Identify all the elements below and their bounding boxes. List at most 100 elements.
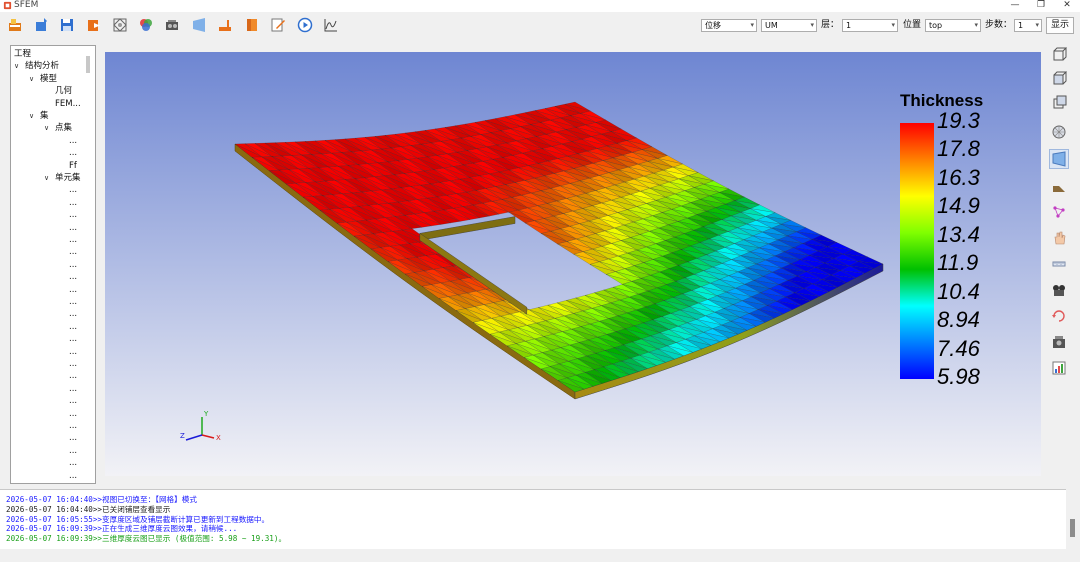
open-project-icon[interactable]: [6, 16, 24, 34]
chevron-down-icon[interactable]: ∨: [44, 173, 49, 184]
legend-tick-label: 11.9: [937, 250, 979, 276]
view-mesh-icon[interactable]: [1049, 122, 1069, 142]
log-timestamp: 2026-05-07 16:09:39>>: [6, 534, 103, 544]
log-message: 三维厚度云图已显示 (极值范围: 5.98 ~ 19.31)。: [102, 534, 287, 544]
tree-node-root[interactable]: 工程: [14, 49, 31, 60]
tree-node-analysis[interactable]: 结构分析: [25, 61, 59, 72]
tree-node-element-set-item[interactable]: ...: [69, 409, 77, 420]
axis-y-label: Y: [203, 410, 209, 418]
show-button[interactable]: 显示: [1046, 17, 1074, 34]
tree-node-element-sets[interactable]: 单元集: [55, 173, 81, 184]
log-timestamp: 2026-05-07 16:04:40>>: [6, 495, 103, 504]
view-iso-icon[interactable]: [1049, 45, 1069, 65]
thickness-icon[interactable]: [243, 16, 261, 34]
screenshot-icon[interactable]: [1049, 332, 1069, 352]
tree-node-node-set-item[interactable]: Ff: [69, 161, 77, 172]
chevron-down-icon[interactable]: ∨: [14, 61, 19, 72]
scroll-thumb[interactable]: [1070, 519, 1075, 537]
tree-node-element-set-item[interactable]: ...: [69, 235, 77, 246]
tree-scrollbar[interactable]: [86, 56, 90, 73]
log-scrollbar[interactable]: [1066, 489, 1080, 549]
log-line: 2026-05-07 16:09:39>>三维厚度云图已显示 (极值范围: 5.…: [6, 534, 286, 544]
result-plot-icon[interactable]: [322, 16, 340, 34]
axis-x-label: X: [216, 434, 221, 442]
run-icon[interactable]: [296, 16, 314, 34]
chevron-down-icon[interactable]: ∨: [29, 111, 34, 122]
tree-node-element-set-item[interactable]: ...: [69, 260, 77, 271]
tree-node-sets[interactable]: 集: [40, 111, 49, 122]
chevron-down-icon[interactable]: ∨: [29, 74, 34, 85]
view-back-icon[interactable]: [1049, 93, 1069, 113]
tree-node-element-set-item[interactable]: ...: [69, 185, 77, 196]
tree-node-element-set-item[interactable]: ...: [69, 347, 77, 358]
node-pick-icon[interactable]: [1049, 202, 1069, 222]
tree-node-element-set-item[interactable]: ...: [69, 471, 77, 482]
material-icon[interactable]: [137, 16, 155, 34]
maximize-button[interactable]: ❐: [1028, 0, 1054, 12]
tree-node-element-set-item[interactable]: ...: [69, 297, 77, 308]
legend-tick-label: 19.3: [937, 108, 980, 133]
save-icon[interactable]: [58, 16, 76, 34]
tree-node-geometry[interactable]: 几何: [55, 86, 72, 97]
layup-icon[interactable]: [163, 16, 181, 34]
log-message: 正在生成三维厚度云图效果，请稍候...: [102, 524, 238, 534]
tree-node-element-set-item[interactable]: ...: [69, 198, 77, 209]
tree-node-model[interactable]: 模型: [40, 74, 57, 85]
layer-select[interactable]: 1 ▾: [842, 19, 898, 32]
tree-node-element-set-item[interactable]: ...: [69, 421, 77, 432]
3d-viewport[interactable]: YXZ Thickness 19.3 17.8 16.3 14.9 13.4 11.9 10…: [105, 52, 1041, 476]
position-select[interactable]: top ▾: [925, 19, 981, 32]
tree-node-element-set-item[interactable]: ...: [69, 384, 77, 395]
tree-node-element-set-item[interactable]: ...: [69, 371, 77, 382]
log-line: 2026-05-07 16:05:55>>变厚度区域及铺层截断计算已更新到工程数…: [6, 515, 269, 525]
log-timestamp: 2026-05-07 16:09:39>>: [6, 524, 103, 534]
rotate-icon[interactable]: [1049, 306, 1069, 326]
axis-z-label: Z: [180, 432, 185, 440]
view-front-icon[interactable]: [1049, 69, 1069, 89]
tree-node-element-set-item[interactable]: ...: [69, 458, 77, 469]
section-icon[interactable]: [190, 16, 208, 34]
tree-node-node-set-item[interactable]: ...: [69, 136, 77, 147]
project-tree: 工程 ∨ 结构分析 ∨ 模型 几何 FEM... ∨ 集 ∨ 点集...... Ff ∨ 单元集.....…: [10, 45, 96, 484]
minimize-button[interactable]: —: [1002, 0, 1028, 12]
tree-node-node-set-item[interactable]: ...: [69, 148, 77, 159]
legend-tick-label: 8.94: [937, 307, 980, 333]
result-type-select[interactable]: 位移 ▾: [701, 19, 757, 32]
tree-node-element-set-item[interactable]: ...: [69, 247, 77, 258]
section-cut-icon[interactable]: [1049, 176, 1069, 196]
tree-node-element-set-item[interactable]: ...: [69, 309, 77, 320]
tree-node-element-set-item[interactable]: ...: [69, 433, 77, 444]
step-select[interactable]: 1 ▾: [1014, 19, 1042, 32]
mesh-icon[interactable]: [111, 16, 129, 34]
chevron-down-icon: ▾: [750, 21, 754, 29]
chevron-down-icon[interactable]: ∨: [44, 123, 49, 134]
status-bar: [0, 549, 1080, 562]
export-icon[interactable]: [85, 16, 103, 34]
tree-node-element-set-item[interactable]: ...: [69, 223, 77, 234]
chevron-down-icon: ▾: [1035, 21, 1039, 29]
tree-node-fem[interactable]: FEM...: [55, 99, 81, 110]
layer-label: 层：: [821, 20, 840, 30]
log-timestamp: 2026-05-07 16:05:55>>: [6, 514, 103, 524]
component-select[interactable]: UM ▾: [761, 19, 817, 32]
boundary-icon[interactable]: [216, 16, 234, 34]
tree-node-element-set-item[interactable]: ...: [69, 285, 77, 296]
app-logo-icon: [3, 1, 12, 10]
tree-node-element-set-item[interactable]: ...: [69, 396, 77, 407]
tree-node-element-set-item[interactable]: ...: [69, 446, 77, 457]
tree-node-element-set-item[interactable]: ...: [69, 359, 77, 370]
view-shaded-icon[interactable]: [1049, 149, 1069, 169]
tree-node-element-set-item[interactable]: ...: [69, 272, 77, 283]
tree-node-element-set-item[interactable]: ...: [69, 322, 77, 333]
tree-node-element-set-item[interactable]: ...: [69, 210, 77, 221]
import-icon[interactable]: [32, 16, 50, 34]
tree-node-element-set-item[interactable]: ...: [69, 334, 77, 345]
tree-node-node-sets[interactable]: 点集: [55, 123, 72, 134]
close-button[interactable]: ✕: [1054, 0, 1080, 12]
ruler-icon[interactable]: [1049, 254, 1069, 274]
chart-icon[interactable]: [1049, 358, 1069, 378]
hand-pan-icon[interactable]: [1049, 228, 1069, 248]
camera-icon[interactable]: [1049, 280, 1069, 300]
sfem-window: SFEM — ❐ ✕ 位移 ▾ UM ▾ 层： 1 ▾ 位置 top ▾ 步数：…: [0, 0, 1080, 562]
edit-icon[interactable]: [269, 16, 287, 34]
